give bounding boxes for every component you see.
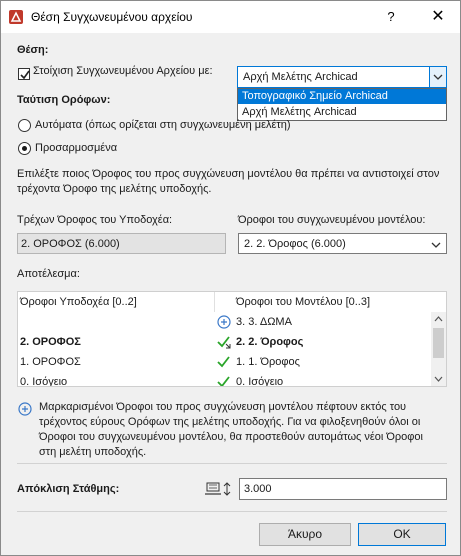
row-host-story: 1. ΟΡΟΦΟΣ: [20, 356, 81, 368]
check-icon: [217, 376, 230, 386]
scrollbar-thumb[interactable]: [433, 328, 444, 358]
align-checkbox[interactable]: [18, 68, 30, 80]
elevation-offset-icon: [205, 482, 231, 496]
chevron-down-icon: [433, 74, 443, 80]
dialog-title: Θέση Συγχωνευμένου αρχείου: [31, 10, 193, 24]
archicad-app-icon: [9, 10, 23, 24]
custom-radio-label: Προσαρμοσμένα: [35, 142, 118, 154]
elevation-offset-input[interactable]: 3.000: [239, 478, 447, 500]
align-checkbox-label: Στοίχιση Συγχωνευμένου Αρχείου με:: [33, 65, 213, 77]
model-stories-column-header: Όροφοι του Μοντέλου [0..3]: [236, 296, 371, 308]
scroll-up-icon[interactable]: [434, 316, 443, 322]
help-button[interactable]: ?: [379, 6, 403, 28]
divider: [17, 511, 447, 512]
table-row[interactable]: 3. 3. ΔΩΜΑ: [18, 312, 430, 332]
row-model-story: 1. 1. Όροφος: [236, 356, 300, 368]
option-survey-point[interactable]: Τοπογραφικό Σημείο Archicad: [238, 89, 446, 104]
plus-circle-icon: [18, 402, 32, 416]
align-options-list: Τοπογραφικό Σημείο Archicad Αρχή Μελέτης…: [237, 88, 447, 121]
divider: [17, 463, 447, 464]
close-button[interactable]: ✕: [425, 6, 451, 28]
merge-placement-dialog: Θέση Συγχωνευμένου αρχείου ? ✕ Θέση: Στο…: [0, 0, 461, 556]
story-matching-heading: Ταύτιση Ορόφων:: [17, 94, 111, 106]
table-row[interactable]: 2. ΟΡΟΦΟΣ 2. 2. Όροφος: [18, 332, 430, 352]
row-model-story: 2. 2. Όροφος: [236, 336, 304, 348]
check-icon: [217, 356, 230, 368]
story-match-list[interactable]: Όροφοι Υποδοχέα [0..2] Όροφοι του Μοντέλ…: [17, 291, 447, 387]
host-stories-column-header: Όροφοι Υποδοχέα [0..2]: [20, 296, 137, 308]
radio-selected-dot: [22, 146, 27, 151]
custom-radio[interactable]: [18, 142, 31, 155]
row-host-story: 2. ΟΡΟΦΟΣ: [20, 336, 81, 348]
align-select-value: Αρχή Μελέτης Archicad: [243, 71, 358, 83]
elevation-offset-value: 3.000: [244, 483, 272, 495]
auto-radio[interactable]: [18, 119, 31, 132]
placement-heading: Θέση:: [17, 44, 49, 56]
checkmark-icon: [20, 70, 30, 80]
row-model-story: 3. 3. ΔΩΜΑ: [236, 316, 292, 328]
align-select-dropdown-button[interactable]: [429, 67, 446, 87]
option-project-origin[interactable]: Αρχή Μελέτης Archicad: [238, 105, 446, 120]
check-link-icon: [217, 336, 231, 349]
ok-button[interactable]: OK: [358, 523, 446, 546]
row-host-story: 0. Ισόγειο: [20, 376, 68, 387]
row-model-story: 0. Ισόγειο: [236, 376, 284, 387]
elevation-offset-label: Απόκλιση Στάθμης:: [17, 483, 120, 495]
table-row[interactable]: 0. Ισόγειο 0. Ισόγειο: [18, 372, 430, 387]
chevron-down-icon: [431, 242, 441, 248]
result-heading: Αποτέλεσμα:: [17, 268, 80, 280]
host-story-field: 2. ΟΡΟΦΟΣ (6.000): [17, 233, 226, 254]
list-scrollbar[interactable]: [431, 312, 446, 386]
merged-story-value: 2. 2. Όροφος (6.000): [244, 238, 346, 250]
plus-circle-icon: [217, 315, 231, 329]
auto-radio-label: Αυτόματα (όπως ορίζεται στη συγχωνευμένη…: [35, 119, 291, 131]
merged-story-label: Όροφοι του συγχωνευμένου μοντέλου:: [238, 214, 426, 226]
host-story-value: 2. ΟΡΟΦΟΣ (6.000): [21, 238, 120, 250]
result-info-text: Μαρκαρισμένοι Όροφοι του προς συγχώνευση…: [39, 401, 423, 458]
merged-story-select[interactable]: 2. 2. Όροφος (6.000): [238, 233, 447, 254]
table-row[interactable]: 1. ΟΡΟΦΟΣ 1. 1. Όροφος: [18, 352, 430, 372]
scroll-down-icon[interactable]: [434, 376, 443, 382]
cancel-button[interactable]: Άκυρο: [259, 523, 351, 546]
title-bar: Θέση Συγχωνευμένου αρχείου ? ✕: [1, 1, 460, 33]
column-divider: [214, 292, 215, 312]
story-matching-description: Επιλέξτε ποιος Όροφος του προς συγχώνευσ…: [17, 168, 440, 195]
align-select[interactable]: Αρχή Μελέτης Archicad: [237, 66, 447, 88]
host-story-label: Τρέχων Όροφος του Υποδοχέα:: [17, 214, 173, 226]
